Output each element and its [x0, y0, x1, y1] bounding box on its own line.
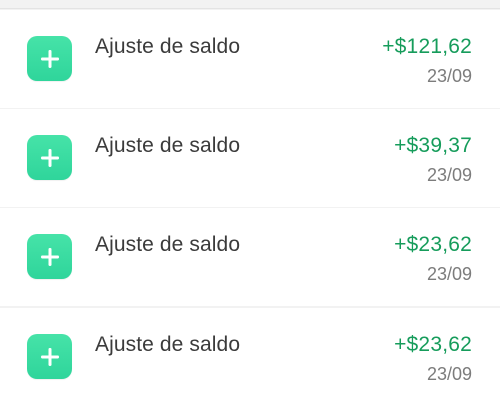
transaction-amount: +$39,37 [394, 134, 472, 157]
transaction-date: 23/09 [426, 66, 472, 86]
plus-icon [27, 36, 72, 81]
plus-icon [27, 135, 72, 180]
transaction-date: 23/09 [426, 364, 472, 384]
transaction-label: Ajuste de saldo [95, 233, 241, 256]
plus-icon [27, 334, 72, 379]
transaction-list: Ajuste de saldo +$121,62 23/09 Ajuste de… [0, 0, 500, 401]
transaction-amount: +$23,62 [394, 233, 472, 256]
transaction-row[interactable]: Ajuste de saldo +$23,62 23/09 [0, 308, 500, 401]
transaction-amount: +$23,62 [394, 333, 472, 356]
plus-icon [27, 234, 72, 279]
transaction-label: Ajuste de saldo [95, 35, 241, 58]
transaction-row[interactable]: Ajuste de saldo +$121,62 23/09 [0, 10, 500, 108]
transaction-date: 23/09 [426, 264, 472, 284]
transaction-row[interactable]: Ajuste de saldo +$39,37 23/09 [0, 109, 500, 207]
transaction-amount: +$121,62 [382, 35, 472, 58]
transaction-row[interactable]: Ajuste de saldo +$23,62 23/09 [0, 208, 500, 306]
transaction-label: Ajuste de saldo [95, 333, 241, 356]
divider [0, 0, 500, 9]
transaction-label: Ajuste de saldo [95, 134, 241, 157]
transaction-date: 23/09 [426, 165, 472, 185]
